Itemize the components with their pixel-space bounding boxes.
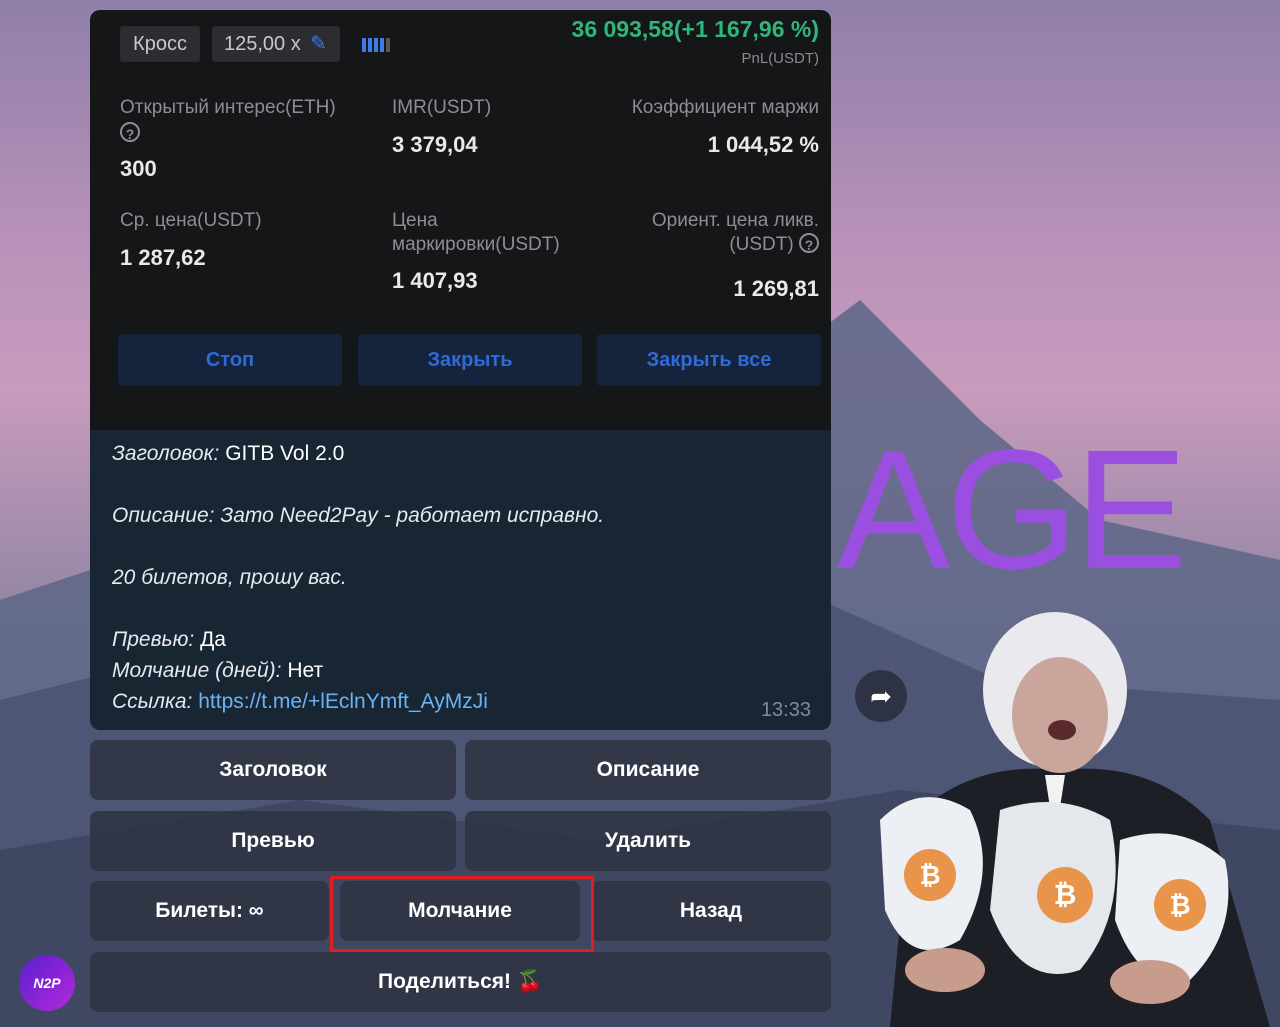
margin-ratio-label: Коэффициент маржи	[631, 97, 819, 118]
message-bubble: Заголовок: GITB Vol 2.0 Описание: Зато N…	[90, 430, 831, 730]
margin-ratio-value: 1 044,52 %	[707, 132, 819, 157]
leverage-value: 125,00 x	[224, 33, 301, 55]
svg-text:₿: ₿	[1054, 878, 1077, 911]
pnl-label: PnL(USDT)	[741, 50, 819, 67]
pnl-value: 36 093,58(+1 167,96 %)	[571, 16, 819, 42]
invite-link[interactable]: https://t.me/+lEclnYmft_AyMzJi	[198, 690, 488, 713]
margin-mode-chip: Кросс	[120, 26, 200, 62]
help-icon[interactable]: ?	[799, 233, 819, 253]
delete-button[interactable]: Удалить	[465, 811, 831, 871]
stop-button[interactable]: Стоп	[118, 334, 342, 386]
title-button[interactable]: Заголовок	[90, 740, 456, 800]
liq-price-value: 1 269,81	[733, 276, 819, 301]
help-icon[interactable]: ?	[120, 122, 140, 144]
svg-text:₿: ₿	[1169, 891, 1190, 921]
trade-screenshot: Кросс 125,00 x ✎ 36 093,58(+1 167,96 %) …	[90, 10, 831, 430]
mark-price-label: Цена маркировки(USDT)	[392, 210, 560, 255]
silence-line: Молчание (дней): Нет	[112, 659, 324, 682]
title-line: Заголовок: GITB Vol 2.0	[112, 442, 345, 465]
imr-value: 3 379,04	[392, 132, 478, 157]
n2p-logo: N2P	[19, 955, 75, 1011]
close-all-button[interactable]: Закрыть все	[597, 334, 821, 386]
preview-button[interactable]: Превью	[90, 811, 456, 871]
description-button[interactable]: Описание	[465, 740, 831, 800]
avg-price-value: 1 287,62	[120, 245, 206, 270]
avg-price-label: Ср. цена(USDT)	[120, 210, 262, 231]
close-button[interactable]: Закрыть	[358, 334, 582, 386]
message-time: 13:33	[760, 699, 811, 721]
signal-bars-icon	[362, 38, 390, 57]
leverage-chip: 125,00 x ✎	[212, 26, 340, 62]
highlight-frame	[330, 876, 594, 952]
tickets-button[interactable]: Билеты: ∞	[90, 881, 329, 941]
description-line: Описание: Зато Need2Pay - работает испра…	[112, 504, 605, 527]
open-interest-label: Открытый интерес(ETH)	[120, 97, 336, 118]
back-button[interactable]: Назад	[591, 881, 831, 941]
meme-person-with-bitcoin-bags: ₿ ₿ ₿	[880, 612, 1270, 1027]
open-interest-value: 300	[120, 156, 157, 181]
mark-price-value: 1 407,93	[392, 268, 478, 293]
share-button[interactable]: Поделиться! 🍒	[90, 952, 831, 1012]
preview-line: Превью: Да	[112, 628, 226, 651]
svg-text:₿: ₿	[919, 861, 940, 891]
edit-icon: ✎	[310, 33, 328, 55]
tickets-line: 20 билетов, прошу вас.	[112, 566, 347, 589]
link-line: Ссылка: https://t.me/+lEclnYmft_AyMzJi	[112, 690, 488, 713]
liq-price-label: Ориент. цена ликв. (USDT) ?	[651, 210, 819, 255]
imr-label: IMR(USDT)	[392, 97, 492, 118]
